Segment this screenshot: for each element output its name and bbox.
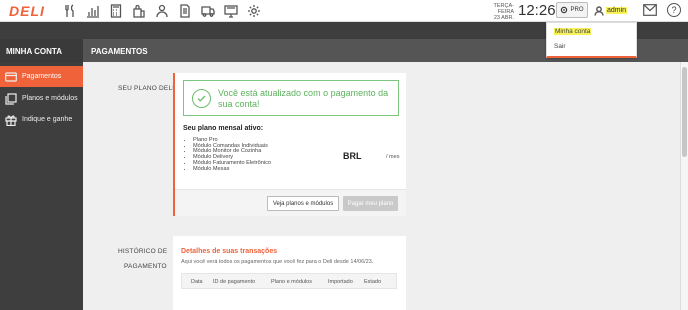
date-day: 23 ABR. [493, 15, 514, 21]
sidebar-item-label: Planos e módulos [22, 95, 78, 102]
scrollbar[interactable] [680, 62, 688, 310]
gear-icon [561, 6, 568, 14]
alert-message: Você está atualizado com o pagamento da … [218, 88, 389, 109]
history-section-label-2: PAGAMENTO [124, 263, 167, 270]
menu-item-my-account[interactable]: Minha conta [554, 28, 592, 35]
column-header: Importado [328, 279, 353, 285]
user-dropdown: Minha conta Sair [546, 22, 637, 58]
delivery-person-icon[interactable] [154, 3, 170, 19]
module-list: Plano Pro Módulo Comandas Individuais Mó… [189, 137, 271, 173]
settings-icon[interactable] [246, 3, 262, 19]
page-title: PAGAMENTOS [91, 47, 148, 56]
sidebar-item-plans[interactable]: Planos e módulos [0, 88, 83, 109]
column-header: Data [191, 279, 203, 285]
utensils-icon[interactable] [62, 3, 78, 19]
plan-currency: BRL [343, 151, 362, 161]
bags-icon[interactable] [131, 3, 147, 19]
current-date: TERÇA-FEIRA 23 ABR. [480, 3, 514, 21]
documents-icon[interactable] [177, 3, 193, 19]
success-alert: Você está atualizado com o pagamento da … [183, 80, 399, 116]
user-menu-button[interactable]: admin [594, 2, 636, 19]
mail-icon[interactable] [643, 4, 657, 16]
copy-icon [5, 92, 17, 105]
column-header: Plano e módulos [271, 279, 312, 285]
app-logo[interactable]: DELI [9, 3, 45, 19]
menu-item-logout[interactable]: Sair [554, 43, 566, 50]
plan-section-label: SEU PLANO DELI [118, 85, 175, 92]
history-title: Detalhes de suas transações [181, 248, 278, 255]
sidebar-item-label: Pagamentos [22, 73, 62, 80]
history-card: Detalhes de suas transações Aqui você ve… [173, 236, 406, 310]
view-plans-button[interactable]: Veja planos e módulos [267, 196, 339, 211]
current-time: 12:26 [518, 2, 556, 19]
sidebar: Pagamentos Planos e módulos Indique e ga… [0, 62, 83, 310]
pro-label: PRO [570, 7, 584, 13]
monitor-icon[interactable] [223, 3, 239, 19]
plan-period: / mes [386, 154, 400, 160]
user-icon [594, 5, 604, 16]
column-header: ID de pagamento [213, 279, 256, 285]
chart-icon[interactable] [85, 3, 101, 19]
plan-title: Seu plano mensal ativo: [183, 125, 264, 132]
truck-icon[interactable] [200, 3, 216, 19]
username: admin [606, 7, 628, 14]
date-weekday: TERÇA-FEIRA [493, 3, 514, 15]
column-header: Estado [364, 279, 382, 285]
sidebar-item-label: Indique e ganhe [22, 116, 73, 123]
check-circle-icon [192, 89, 211, 108]
scrollbar-thumb[interactable] [682, 67, 687, 157]
sidebar-title: MINHA CONTA [0, 39, 83, 62]
pay-plan-button[interactable]: Pagar meu plano [343, 196, 398, 211]
history-table-header: Data ID de pagamento Plano e módulos Imp… [181, 273, 397, 289]
calculator-icon[interactable] [108, 3, 124, 19]
help-icon[interactable]: ? [667, 3, 681, 17]
main-nav [62, 3, 262, 19]
list-item: Módulo Mesas [193, 166, 271, 173]
history-section-label: HISTÓRICO DE [118, 248, 168, 255]
sidebar-item-refer[interactable]: Indique e ganhe [0, 109, 83, 130]
credit-card-icon [5, 71, 17, 82]
sidebar-item-payments[interactable]: Pagamentos [0, 66, 83, 87]
pro-button[interactable]: PRO [556, 2, 588, 18]
history-subtitle: Aqui você verá todos os pagamentos que v… [181, 259, 374, 265]
plan-card-footer: Veja planos e módulos Pagar meu plano [175, 189, 406, 216]
gift-icon [5, 115, 17, 126]
top-bar: DELI TERÇA-FEIRA 23 ABR. 12:26 PRO admin… [0, 0, 688, 22]
plan-card: Você está atualizado com o pagamento da … [173, 73, 406, 216]
